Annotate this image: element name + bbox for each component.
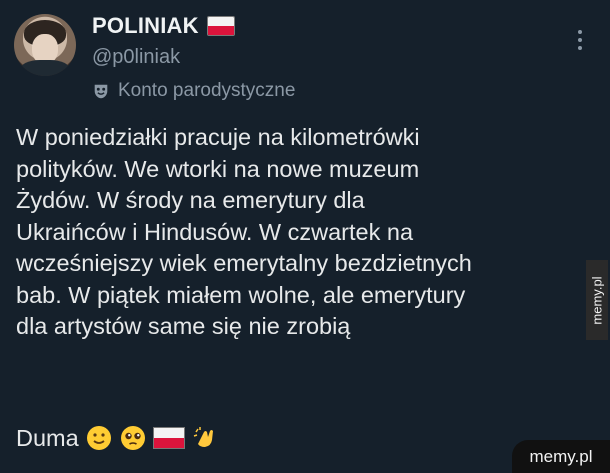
author-handle[interactable]: @p0liniak (92, 46, 180, 69)
author-display-name[interactable]: POLINIAK (92, 13, 199, 39)
slightly-smiling-face-icon (86, 426, 111, 450)
tweet-footer-text: Duma (16, 424, 79, 451)
avatar-shirt (20, 60, 70, 76)
parody-label: Konto parodystyczne (118, 80, 296, 101)
tweet-text: W poniedziałki pracuje na kilometrówki p… (16, 124, 472, 339)
theater-mask-icon (94, 84, 108, 99)
watermark-bottom: memy.pl (512, 440, 610, 473)
poland-flag-icon (206, 16, 235, 36)
more-options-icon[interactable] (574, 28, 586, 54)
watermark-side: memy.pl (586, 260, 608, 340)
clapping-hands-icon (193, 427, 213, 447)
pleading-face-icon (120, 426, 145, 450)
tweet-footer-line: Duma (16, 424, 219, 452)
tweet-card: POLINIAK @p0liniak Konto parodystyczne W… (0, 0, 610, 473)
author-name-row: POLINIAK (92, 13, 235, 39)
parody-label-row: Konto parodystyczne (92, 80, 295, 102)
avatar[interactable] (14, 14, 76, 76)
poland-flag-emoji-icon (152, 427, 185, 449)
